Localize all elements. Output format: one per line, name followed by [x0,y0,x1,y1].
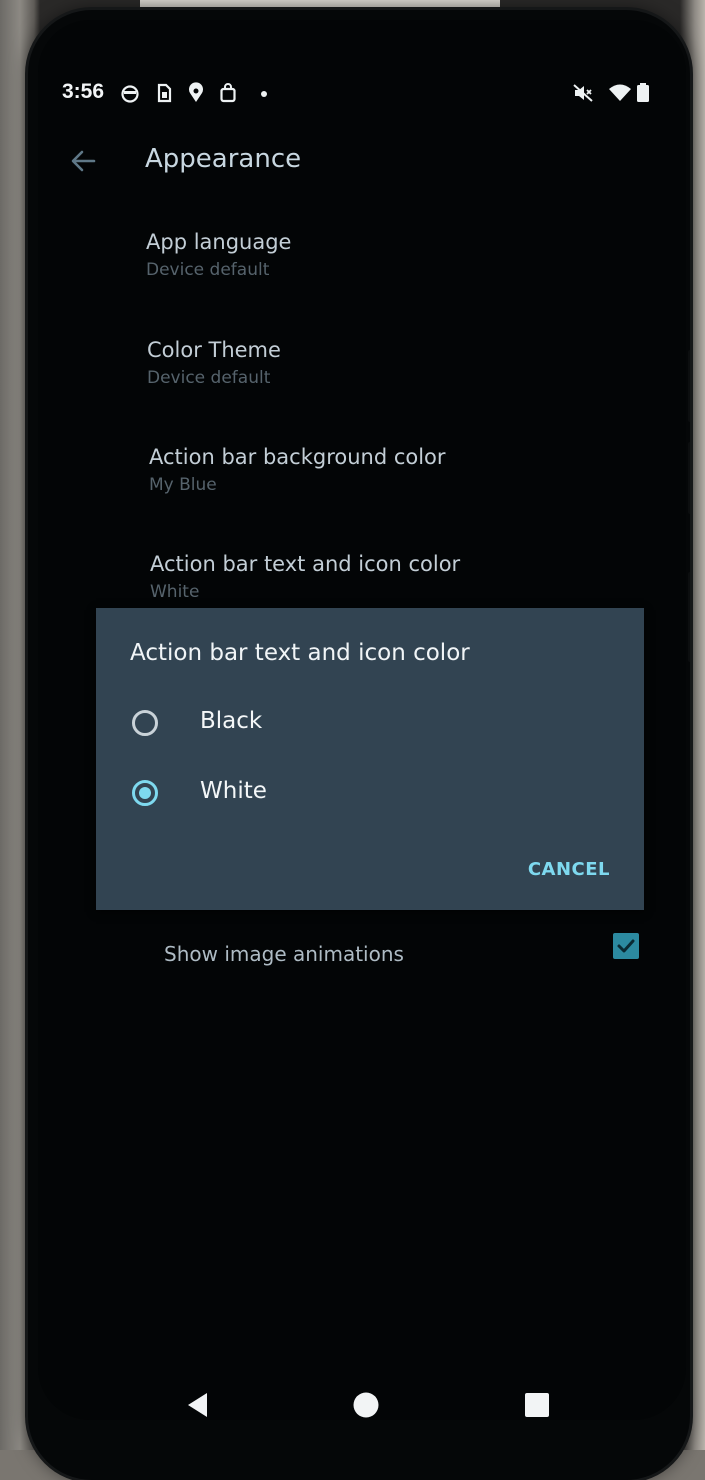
location-icon [189,82,203,102]
back-arrow-icon[interactable] [66,144,100,178]
dialog-title: Action bar text and icon color [130,640,470,666]
color-choice-dialog: Action bar text and icon color Black Whi… [96,608,644,910]
pref-summary: White [150,582,200,602]
option-label: White [200,778,267,804]
radio-black[interactable] [132,710,158,736]
phone-frame: 3:56 Appearance App language Device defa… [28,10,690,1480]
pref-summary: Device default [146,260,270,280]
navigation-bar [38,1390,686,1420]
image-animations-checkbox[interactable] [613,933,639,959]
cancel-button[interactable]: CANCEL [528,859,610,880]
screen: 3:56 Appearance App language Device defa… [38,20,686,1420]
pref-title: Action bar background color [149,445,446,469]
radio-white[interactable] [132,780,158,806]
status-time: 3:56 [62,80,105,103]
pref-title: Action bar text and icon color [150,552,461,576]
pref-summary: Device default [147,368,271,388]
notification-dot-icon [261,91,267,97]
volume-down-button [688,442,690,514]
power-button [688,572,690,662]
sim-card-icon [157,83,172,103]
battery-icon [637,83,649,102]
wifi-icon [609,84,631,101]
option-white[interactable]: White [130,774,610,818]
page-title: Appearance [145,144,302,174]
pref-title: App language [146,230,292,254]
recents-square-icon[interactable] [524,1392,550,1418]
pref-app-language[interactable]: App language Device default [146,230,291,280]
pref-color-theme[interactable]: Color Theme Device default [147,338,281,388]
back-triangle-icon[interactable] [184,1390,214,1420]
volume-up-button [688,350,690,422]
option-label: Black [200,708,263,734]
status-bar: 3:56 [38,72,686,112]
pref-action-bar-text-icon-color[interactable]: Action bar text and icon color White [150,552,460,602]
pref-summary: My Blue [149,475,217,495]
shopping-bag-icon [220,83,236,103]
pref-title: Show image animations [164,942,404,966]
home-circle-icon[interactable] [352,1391,380,1419]
option-black[interactable]: Black [130,704,610,748]
mute-icon [573,84,593,102]
pref-action-bar-background-color[interactable]: Action bar background color My Blue [149,445,446,495]
pref-show-image-animations[interactable]: Show image animations [164,942,404,966]
alarm-icon [121,85,139,103]
pref-title: Color Theme [147,338,281,362]
